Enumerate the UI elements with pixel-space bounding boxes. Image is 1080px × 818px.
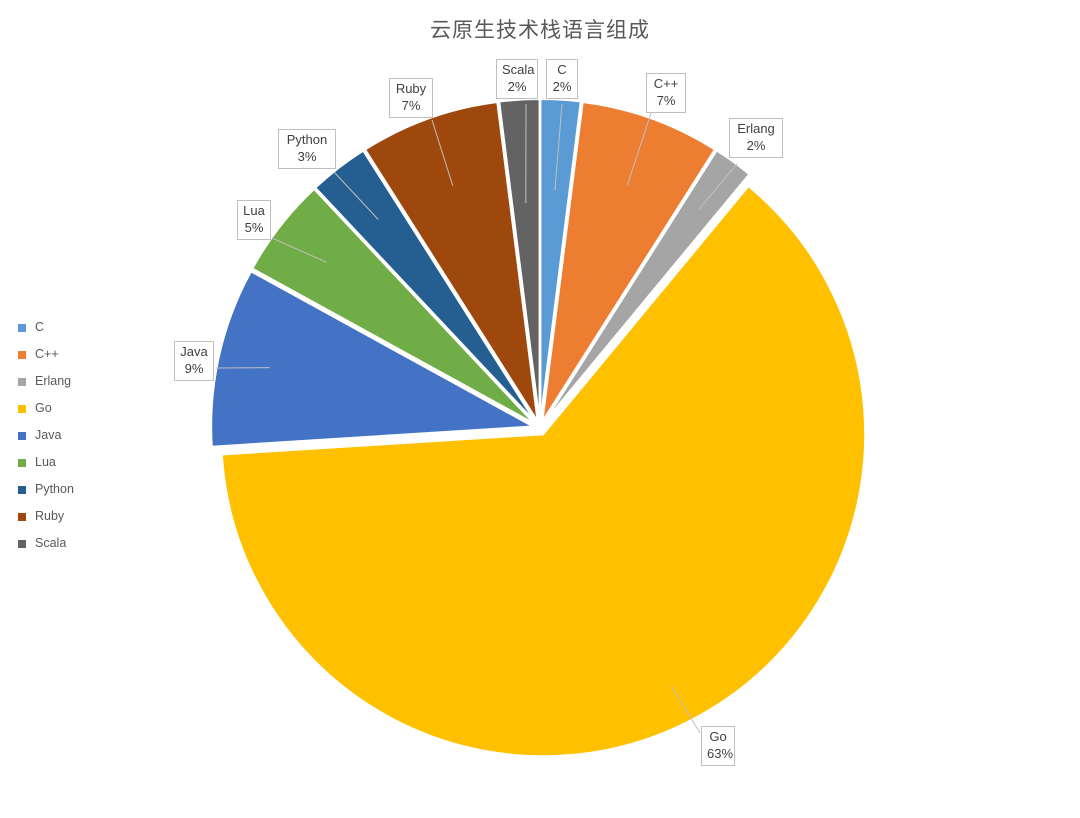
data-label-lua: Lua 5% [237, 200, 271, 241]
data-label-java: Java 9% [174, 341, 214, 382]
data-label-scala-name: Scala [502, 62, 535, 77]
data-label-java-value: 9% [184, 360, 204, 376]
data-label-cpp-value: 7% [656, 92, 676, 108]
data-label-cpp-name: C++ [653, 76, 679, 91]
data-label-ruby-value: 7% [401, 97, 421, 113]
data-label-lua-name: Lua [243, 203, 265, 218]
data-label-cpp: C++ 7% [646, 73, 686, 114]
data-label-java-name: Java [180, 344, 208, 359]
data-label-go-value: 63% [707, 745, 734, 761]
data-label-ruby: Ruby 7% [389, 78, 433, 119]
data-label-c-name: C [557, 62, 567, 77]
data-label-c-value: 2% [552, 78, 572, 94]
data-label-go-name: Go [709, 729, 727, 744]
data-label-ruby-name: Ruby [395, 81, 427, 96]
data-label-python-value: 3% [297, 148, 317, 164]
data-label-erlang-name: Erlang [737, 121, 775, 136]
data-label-erlang-value: 2% [746, 137, 766, 153]
data-label-scala-value: 2% [507, 78, 527, 94]
data-label-c: C 2% [546, 59, 578, 100]
pie-slices [210, 98, 867, 758]
pie-chart-container: 云原生技术栈语言组成 C C++ Erlang Go Java Lua Python Ruby… [0, 0, 1080, 818]
data-label-scala: Scala 2% [496, 59, 538, 100]
data-label-python: Python 3% [278, 129, 336, 170]
data-label-go: Go 63% [701, 726, 735, 767]
data-label-python-name: Python [286, 132, 328, 147]
data-label-erlang: Erlang 2% [729, 118, 783, 159]
data-label-lua-value: 5% [244, 219, 264, 235]
